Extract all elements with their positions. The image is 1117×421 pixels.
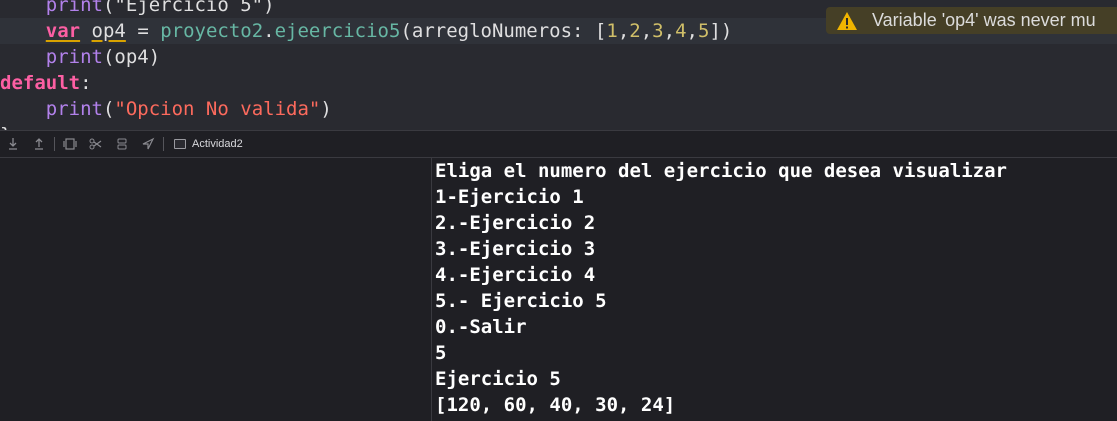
- toolbar-divider: [163, 137, 164, 151]
- code-token: (op4): [102, 46, 161, 68]
- code-token: print: [45, 46, 103, 68]
- console-line: 1-Ejercicio 1: [435, 186, 584, 208]
- step-out-icon: [35, 138, 43, 150]
- step-out-button[interactable]: [26, 131, 52, 157]
- warning-annotation[interactable]: Variable 'op4' was never mu: [826, 7, 1117, 34]
- code-token: var: [45, 20, 81, 42]
- code-token: ,: [663, 20, 676, 42]
- view-debugger-button[interactable]: [57, 131, 83, 157]
- code-token: .: [263, 20, 275, 42]
- step-into-button[interactable]: [0, 131, 26, 157]
- memory-graph-icon: [89, 138, 102, 150]
- toolbar-divider: [54, 137, 55, 151]
- code-token: op4: [91, 20, 126, 42]
- console-line: 4.-Ejercicio 4: [435, 264, 596, 286]
- step-into-icon: [9, 138, 17, 150]
- code-token: 5: [697, 20, 710, 42]
- code-token: default: [0, 72, 81, 94]
- code-editor[interactable]: print("Ejercicio 5") var op4 = proyecto2…: [0, 0, 1117, 130]
- simulate-location-icon: [142, 137, 155, 150]
- warning-triangle-icon: [837, 11, 857, 30]
- memory-graph-button[interactable]: [83, 131, 109, 157]
- variables-view[interactable]: [0, 158, 432, 421]
- view-debugger-icon: [63, 138, 77, 150]
- environment-overrides-button[interactable]: [109, 131, 135, 157]
- code-token: ): [320, 98, 332, 120]
- code-token: 3: [652, 20, 664, 42]
- environment-overrides-icon: [117, 138, 127, 150]
- console-line: 3.-Ejercicio 3: [435, 238, 596, 260]
- app-window-icon: [174, 139, 186, 149]
- console-line: 5: [435, 342, 447, 364]
- code-token: print: [45, 0, 103, 16]
- code-token: proyecto2: [160, 20, 264, 42]
- code-token: :: [80, 72, 92, 94]
- code-token: 2: [629, 20, 641, 42]
- code-token: (arregloNumeros: [: [400, 20, 607, 42]
- code-token: ,: [686, 20, 698, 42]
- code-token: ,: [617, 20, 630, 42]
- console-line: 2.-Ejercicio 2: [435, 212, 596, 234]
- warning-message: Variable 'op4' was never mu: [872, 10, 1096, 30]
- console-line: Ejercicio 5: [435, 368, 561, 390]
- code-token: 4: [675, 20, 687, 42]
- process-target[interactable]: Actividad2: [174, 138, 243, 150]
- simulate-location-button[interactable]: [135, 131, 161, 157]
- code-token: 1: [606, 20, 618, 42]
- console-line: [120, 60, 40, 30, 24]: [435, 394, 676, 416]
- console-line: 5.- Ejercicio 5: [435, 290, 607, 312]
- code-token: ]): [709, 20, 733, 42]
- code-token: ("Ejercicio 5"): [102, 0, 275, 16]
- code-line[interactable]: default:: [0, 70, 1117, 96]
- console-line: 0.-Salir: [435, 316, 527, 338]
- console-line: Eliga el numero del ejercicio que desea …: [435, 160, 1007, 182]
- code-token: print: [45, 98, 103, 120]
- code-token: (: [102, 98, 115, 120]
- code-line[interactable]: print(op4): [0, 44, 1117, 70]
- code-token: ejeercicio5: [274, 20, 401, 42]
- code-token: "Opcion No valida": [114, 98, 321, 120]
- process-target-label: Actividad2: [192, 138, 243, 150]
- debug-bar: Actividad2: [0, 130, 1117, 158]
- code-token: =: [125, 20, 161, 42]
- console-output[interactable]: Eliga el numero del ejercicio que desea …: [433, 158, 1117, 421]
- code-token: ,: [640, 20, 653, 42]
- code-line[interactable]: print("Opcion No valida"): [0, 96, 1117, 122]
- code-line[interactable]: }: [0, 122, 1117, 130]
